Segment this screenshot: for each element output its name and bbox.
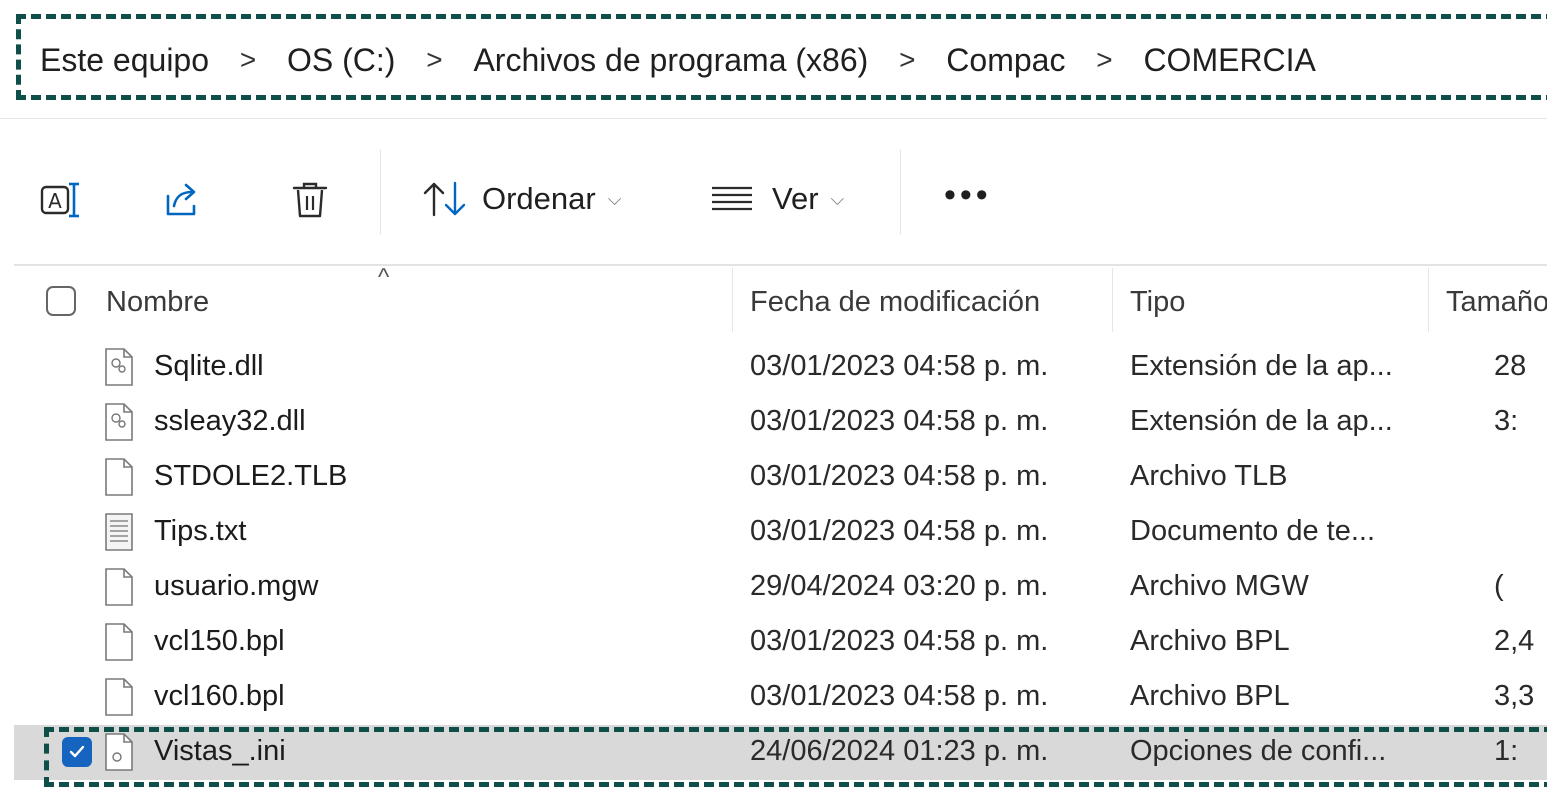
file-name[interactable]: Sqlite.dll [154, 350, 264, 383]
file-date: 03/01/2023 04:58 p. m. [750, 625, 1049, 657]
column-header-size[interactable]: Tamaño [1446, 286, 1547, 319]
file-name[interactable]: Vistas_.ini [154, 735, 286, 768]
divider [14, 264, 1547, 266]
command-bar: A Ordenar ⌵ Ver ⌵ ••• [14, 128, 1547, 264]
dll-file-icon [105, 348, 133, 386]
view-label: Ver [772, 181, 819, 216]
more-options-button[interactable]: ••• [944, 176, 992, 215]
chevron-down-icon: ⌵ [607, 188, 622, 209]
checkmark-icon [69, 745, 85, 758]
file-type: Extensión de la ap... [1130, 350, 1393, 382]
column-header-date[interactable]: Fecha de modificación [750, 286, 1040, 319]
divider [0, 118, 1547, 119]
column-header-name[interactable]: Nombre [106, 286, 209, 319]
file-date: 03/01/2023 04:58 p. m. [750, 350, 1049, 382]
breadcrumb-chevron-icon[interactable]: > [395, 44, 473, 76]
file-row[interactable]: STDOLE2.TLB 03/01/2023 04:58 p. m. Archivo… [14, 450, 1547, 505]
file-row[interactable]: Tips.txt 03/01/2023 04:58 p. m. Documento … [14, 505, 1547, 560]
select-all-checkbox[interactable] [46, 286, 76, 316]
share-button[interactable] [154, 172, 210, 228]
sort-ascending-icon: ^ [378, 264, 390, 291]
file-size: 3: [1494, 405, 1519, 437]
file-row[interactable]: ssleay32.dll 03/01/2023 04:58 p. m. Extens… [14, 395, 1547, 450]
breadcrumb-chevron-icon[interactable]: > [868, 44, 946, 76]
file-type: Archivo BPL [1130, 625, 1290, 657]
file-size: ( [1494, 570, 1504, 602]
blank-file-icon [105, 458, 133, 496]
file-name[interactable]: usuario.mgw [154, 570, 318, 603]
file-type: Documento de te... [1130, 515, 1376, 547]
file-date: 03/01/2023 04:58 p. m. [750, 515, 1049, 547]
blank-file-icon [105, 678, 133, 716]
sort-label: Ordenar [482, 181, 596, 216]
file-type: Archivo MGW [1130, 570, 1309, 602]
file-size: 2,4 [1494, 625, 1535, 657]
file-type: Archivo BPL [1130, 680, 1290, 712]
blank-file-icon [105, 568, 133, 606]
toolbar-divider [900, 150, 901, 234]
file-name[interactable]: ssleay32.dll [154, 405, 306, 438]
file-name[interactable]: vcl150.bpl [154, 625, 285, 658]
breadcrumb-item-os-c[interactable]: OS (C:) [287, 42, 395, 79]
column-divider[interactable] [1428, 268, 1429, 332]
row-checkbox-checked[interactable] [62, 737, 92, 767]
dll-file-icon [105, 403, 133, 441]
ini-file-icon [105, 733, 133, 771]
file-name[interactable]: STDOLE2.TLB [154, 460, 347, 493]
file-date: 03/01/2023 04:58 p. m. [750, 460, 1049, 492]
breadcrumb-item-comercial[interactable]: COMERCIA [1143, 42, 1315, 79]
file-size: 3,3 [1494, 680, 1535, 712]
view-button[interactable]: Ver ⌵ [710, 168, 844, 230]
delete-button[interactable] [282, 172, 338, 228]
view-lines-icon [712, 186, 752, 211]
column-header-type[interactable]: Tipo [1130, 286, 1185, 319]
file-row[interactable]: vcl150.bpl 03/01/2023 04:58 p. m. Archivo … [14, 615, 1547, 670]
breadcrumb-item-compac[interactable]: Compac [946, 42, 1065, 79]
file-name[interactable]: Tips.txt [154, 515, 246, 548]
blank-file-icon [105, 623, 133, 661]
share-icon [166, 183, 196, 216]
breadcrumb-item-este-equipo[interactable]: Este equipo [40, 42, 209, 79]
breadcrumb-chevron-icon[interactable]: > [1065, 44, 1143, 76]
toolbar-divider [380, 150, 381, 234]
text-file-icon [105, 513, 133, 551]
sort-arrows-icon [423, 181, 466, 217]
file-type: Opciones de confi... [1130, 735, 1387, 767]
file-type: Extensión de la ap... [1130, 405, 1393, 437]
file-row[interactable]: Sqlite.dll 03/01/2023 04:58 p. m. Extensió… [14, 340, 1547, 395]
column-divider[interactable] [732, 268, 733, 332]
trash-icon [292, 182, 328, 218]
rename-icon: A [40, 182, 79, 218]
file-date: 03/01/2023 04:58 p. m. [750, 680, 1049, 712]
file-date: 29/04/2024 03:20 p. m. [750, 570, 1049, 602]
file-size: 28 [1494, 350, 1527, 382]
sort-button[interactable]: Ordenar ⌵ [422, 168, 621, 230]
svg-text:A: A [48, 189, 62, 213]
address-bar[interactable]: Este equipo > OS (C:) > Archivos de prog… [0, 0, 1547, 118]
column-header-row: ^ Nombre Fecha de modificación Tipo Tama… [14, 264, 1547, 334]
breadcrumb: Este equipo > OS (C:) > Archivos de prog… [40, 36, 1316, 84]
chevron-down-icon: ⌵ [830, 188, 845, 209]
file-row[interactable]: vcl160.bpl 03/01/2023 04:58 p. m. Archivo … [14, 670, 1547, 725]
breadcrumb-item-archivos-de-programa[interactable]: Archivos de programa (x86) [473, 42, 868, 79]
column-divider[interactable] [1112, 268, 1113, 332]
file-row[interactable]: Vistas_.ini 24/06/2024 01:23 p. m. Opcione… [14, 725, 1547, 780]
file-row[interactable]: usuario.mgw 29/04/2024 03:20 p. m. Archivo… [14, 560, 1547, 615]
file-type: Archivo TLB [1130, 460, 1288, 492]
file-size: 1: [1494, 735, 1519, 767]
rename-button[interactable]: A [32, 172, 88, 228]
file-name[interactable]: vcl160.bpl [154, 680, 285, 713]
file-list: Sqlite.dll 03/01/2023 04:58 p. m. Extensió… [14, 340, 1547, 780]
breadcrumb-chevron-icon[interactable]: > [209, 44, 287, 76]
file-date: 03/01/2023 04:58 p. m. [750, 405, 1049, 437]
file-date: 24/06/2024 01:23 p. m. [750, 735, 1049, 767]
